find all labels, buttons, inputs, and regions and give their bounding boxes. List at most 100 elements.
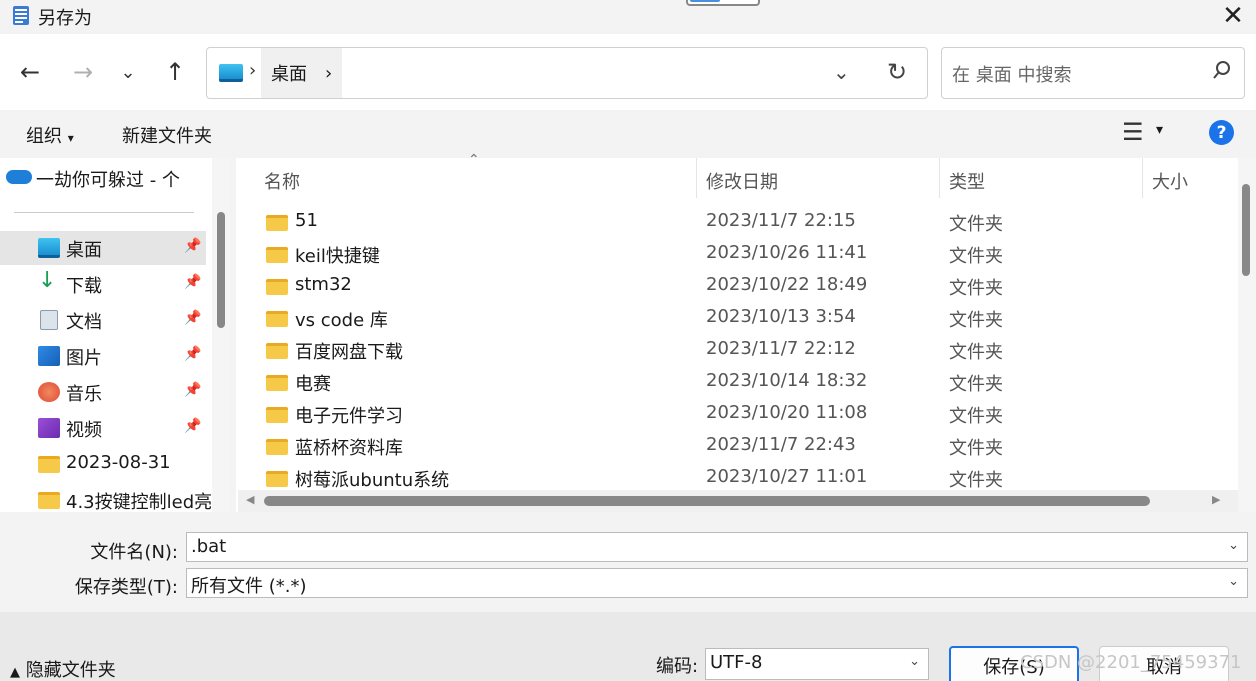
folder-icon <box>266 279 288 295</box>
filetype-label: 保存类型(T): <box>74 577 178 598</box>
close-icon: ✕ <box>1222 1 1244 31</box>
folder-icon <box>266 343 288 359</box>
sidebar-item-desktop[interactable]: 桌面 📌 <box>0 231 206 265</box>
up-button[interactable]: ↑ <box>155 52 195 92</box>
notepad-icon <box>13 6 29 25</box>
sidebar-scrollbar-thumb[interactable] <box>217 212 225 328</box>
chevron-down-icon: ⌄ <box>120 61 136 83</box>
navigation-pane: 一劫你可躲过 - 个 桌面 📌 ↓ 下载 📌 文档 📌 图片 📌 音乐 📌 视频… <box>0 158 230 512</box>
new-folder-button[interactable]: 新建文件夹 <box>122 122 212 148</box>
music-icon <box>38 382 60 402</box>
title-bar: 另存为 ✕ <box>0 0 1256 34</box>
download-icon: ↓ <box>38 268 57 293</box>
pin-icon: 📌 <box>184 310 202 326</box>
hide-folders-toggle[interactable]: ▲ 隐藏文件夹 <box>10 656 116 681</box>
chevron-down-icon[interactable]: ⌄ <box>1228 538 1239 553</box>
column-header-date[interactable]: 修改日期 <box>706 168 778 194</box>
search-input[interactable]: 在 桌面 中搜索 <box>941 47 1245 99</box>
file-row[interactable]: keil快捷键 2023/10/26 11:41 文件夹 <box>236 239 1236 271</box>
folder-icon <box>266 407 288 423</box>
view-dropdown-icon[interactable]: ▾ <box>1156 122 1163 138</box>
search-icon <box>1213 61 1230 79</box>
file-list: ⌃ 名称 修改日期 类型 大小 51 2023/11/7 22:15 文件夹 k… <box>236 152 1256 512</box>
column-header-type[interactable]: 类型 <box>949 168 985 194</box>
chevron-down-icon: ⌄ <box>909 654 920 669</box>
navigation-bar: ← → ⌄ ↑ › 桌面 › ⌄ ↻ 在 桌面 中搜索 <box>0 34 1256 110</box>
sidebar-scrollbar[interactable] <box>212 158 230 512</box>
address-bar[interactable]: › 桌面 › ⌄ ↻ <box>206 47 928 99</box>
desktop-icon <box>219 64 243 82</box>
recent-locations-button[interactable]: ⌄ <box>108 52 148 92</box>
sidebar-item-documents[interactable]: 文档 📌 <box>0 303 206 337</box>
encoding-label: 编码: <box>656 656 699 677</box>
folder-icon <box>266 247 288 263</box>
file-list-horizontal-scrollbar[interactable]: ◀ ▶ <box>238 490 1238 512</box>
file-row[interactable]: 百度网盘下载 2023/11/7 22:12 文件夹 <box>236 335 1236 367</box>
column-divider[interactable] <box>696 158 697 198</box>
folder-icon <box>38 456 60 473</box>
folder-icon <box>266 215 288 231</box>
search-placeholder: 在 桌面 中搜索 <box>952 65 1072 86</box>
filetype-select[interactable]: 所有文件 (*.*) ⌄ <box>186 568 1248 598</box>
sidebar-item-folder-led[interactable]: 4.3按键控制led亮 <box>0 483 212 512</box>
scroll-left-icon[interactable]: ◀ <box>246 493 254 506</box>
pin-icon: 📌 <box>184 382 202 398</box>
chevron-down-icon[interactable]: ⌄ <box>1228 574 1239 589</box>
file-row[interactable]: 51 2023/11/7 22:15 文件夹 <box>236 207 1236 239</box>
file-row[interactable]: stm32 2023/10/22 18:49 文件夹 <box>236 271 1236 303</box>
sidebar-item-folder-2023-08-31[interactable]: 2023-08-31 <box>0 447 206 481</box>
breadcrumb-desktop[interactable]: 桌面 › <box>261 48 343 98</box>
chevron-right-icon: › <box>249 60 257 81</box>
chevron-right-icon: › <box>325 62 333 84</box>
sidebar-item-music[interactable]: 音乐 📌 <box>0 375 206 409</box>
back-button[interactable]: ← <box>10 52 50 92</box>
pin-icon: 📌 <box>184 274 202 290</box>
file-row[interactable]: 电赛 2023/10/14 18:32 文件夹 <box>236 367 1236 399</box>
caret-up-icon: ▲ <box>10 665 20 680</box>
column-header-size[interactable]: 大小 <box>1152 168 1188 194</box>
refresh-button[interactable]: ↻ <box>887 58 907 86</box>
sidebar-item-downloads[interactable]: ↓ 下载 📌 <box>0 267 206 301</box>
video-icon <box>38 418 60 438</box>
watermark-text: CSDN @2201_75459371 <box>1020 652 1242 673</box>
column-divider[interactable] <box>939 158 940 198</box>
scroll-right-icon[interactable]: ▶ <box>1212 493 1220 506</box>
filename-label: 文件名(N): <box>90 542 178 563</box>
sidebar-item-onedrive[interactable]: 一劫你可躲过 - 个 <box>6 166 180 192</box>
list-view-icon: ☰ <box>1122 118 1144 146</box>
pin-icon: 📌 <box>184 418 202 434</box>
arrow-left-icon: ← <box>19 58 41 86</box>
filename-input[interactable]: .bat ⌄ <box>186 532 1248 562</box>
pin-icon: 📌 <box>184 346 202 362</box>
desktop-icon <box>38 238 60 258</box>
address-dropdown-button[interactable]: ⌄ <box>833 60 850 84</box>
horizontal-scrollbar-thumb[interactable] <box>264 496 1150 506</box>
cloud-icon <box>6 170 32 184</box>
arrow-up-icon: ↑ <box>164 58 186 86</box>
column-header-name[interactable]: 名称 <box>264 168 300 194</box>
picture-icon <box>38 346 60 366</box>
pin-icon: 📌 <box>184 238 202 254</box>
file-row[interactable]: 电子元件学习 2023/10/20 11:08 文件夹 <box>236 399 1236 431</box>
help-icon: ? <box>1216 122 1227 143</box>
view-options-button[interactable]: ☰ <box>1122 118 1144 146</box>
file-row[interactable]: 蓝桥杯资料库 2023/11/7 22:43 文件夹 <box>236 431 1236 463</box>
folder-icon <box>266 311 288 327</box>
organize-menu[interactable]: 组织 ▾ <box>26 122 74 148</box>
folder-icon <box>38 492 60 509</box>
window-title: 另存为 <box>38 8 92 29</box>
folder-icon <box>266 375 288 391</box>
column-divider[interactable] <box>1142 158 1143 198</box>
sidebar-item-pictures[interactable]: 图片 📌 <box>0 339 206 373</box>
sidebar-divider <box>14 212 194 213</box>
window-handle[interactable] <box>686 0 760 6</box>
sidebar-item-videos[interactable]: 视频 📌 <box>0 411 206 445</box>
forward-button[interactable]: → <box>63 52 103 92</box>
encoding-select[interactable]: UTF-8 ⌄ <box>705 648 929 680</box>
file-row[interactable]: vs code 库 2023/10/13 3:54 文件夹 <box>236 303 1236 335</box>
vertical-scrollbar-thumb[interactable] <box>1242 184 1250 276</box>
close-button[interactable]: ✕ <box>1216 0 1250 32</box>
document-icon <box>40 310 58 330</box>
help-button[interactable]: ? <box>1209 120 1234 145</box>
file-list-vertical-scrollbar[interactable] <box>1238 158 1256 512</box>
